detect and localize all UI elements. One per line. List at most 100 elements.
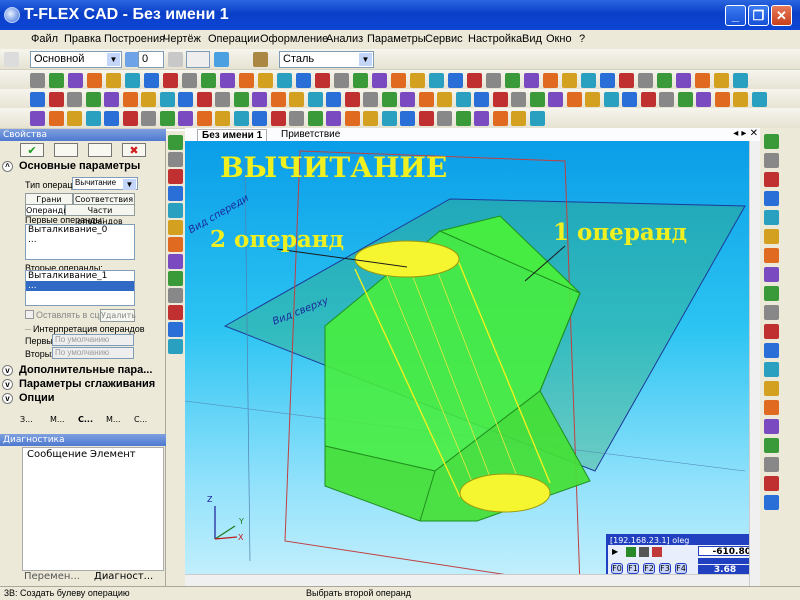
toolbar-button-icon[interactable] xyxy=(252,92,267,107)
vertical-toolbar-icon[interactable] xyxy=(764,305,779,320)
tool-icon[interactable] xyxy=(626,547,636,557)
style-select[interactable]: Основной ▼ xyxy=(30,51,122,68)
toolbar-button-icon[interactable] xyxy=(492,111,508,126)
toolbar-button-icon[interactable] xyxy=(548,92,563,107)
first-interp-select[interactable]: По умолчанию xyxy=(52,334,134,346)
vertical-toolbar-icon[interactable] xyxy=(764,438,779,453)
tab-3d[interactable]: З... xyxy=(20,415,33,424)
vertical-toolbar-icon[interactable] xyxy=(764,457,779,472)
toolbar-button-icon[interactable] xyxy=(182,73,197,88)
vertical-toolbar-icon[interactable] xyxy=(764,153,779,168)
toolbar-button-icon[interactable] xyxy=(106,73,121,88)
toolbar-button-icon[interactable] xyxy=(622,92,637,107)
vertical-toolbar-icon[interactable] xyxy=(764,362,779,377)
toolbar-button-icon[interactable] xyxy=(437,111,452,126)
toolbar-button-icon[interactable] xyxy=(529,92,545,107)
delete-button[interactable]: Удалить xyxy=(100,309,136,322)
menu-construction[interactable]: Построения xyxy=(104,33,165,45)
menu-parameters[interactable]: Параметры xyxy=(367,33,426,45)
toolbar-button-icon[interactable] xyxy=(657,73,672,88)
vertical-toolbar-icon[interactable] xyxy=(168,322,183,337)
toolbar-button-icon[interactable] xyxy=(30,73,45,88)
toolbar-button-icon[interactable] xyxy=(619,73,634,88)
toolbar-button-icon[interactable] xyxy=(474,92,489,107)
toolbar-button-icon[interactable] xyxy=(659,92,674,107)
tab-m1[interactable]: М... xyxy=(50,415,65,424)
toolbar-button-icon[interactable] xyxy=(467,73,482,88)
vertical-toolbar-icon[interactable] xyxy=(764,400,779,415)
toolbar-button-icon[interactable] xyxy=(381,92,397,107)
toolbar-button-icon[interactable] xyxy=(372,73,387,88)
toolbar-button-icon[interactable] xyxy=(529,111,545,126)
vertical-toolbar-icon[interactable] xyxy=(168,169,183,184)
toolbar-button-icon[interactable] xyxy=(344,92,360,107)
toolbar-button-icon[interactable] xyxy=(258,73,273,88)
list-item-selected[interactable]: ... xyxy=(26,281,134,291)
toolbar-button-icon[interactable] xyxy=(270,92,286,107)
f0-button[interactable]: F0 xyxy=(611,563,623,574)
vertical-toolbar-icon[interactable] xyxy=(764,172,779,187)
vertical-toolbar-icon[interactable] xyxy=(168,288,183,303)
vertical-toolbar-icon[interactable] xyxy=(168,254,183,269)
material-select[interactable]: Сталь ▼ xyxy=(279,51,374,68)
toolbar-button-icon[interactable] xyxy=(178,111,193,126)
toolbar-button-icon[interactable] xyxy=(600,73,615,88)
f2-button[interactable]: F2 xyxy=(643,563,655,574)
tab-close-icon[interactable]: ◂ ▸ ✕ xyxy=(733,128,758,139)
main-params-section[interactable]: ^ Основные параметры xyxy=(2,160,164,174)
toolbar-button-icon[interactable] xyxy=(455,92,471,107)
line-type-icon[interactable] xyxy=(168,52,183,67)
tab-variables[interactable]: Перемен... xyxy=(24,571,80,582)
toolbar-button-icon[interactable] xyxy=(585,92,600,107)
toolbar-button-icon[interactable] xyxy=(733,73,748,88)
toolbar-button-icon[interactable] xyxy=(104,92,119,107)
menu-edit[interactable]: Правка xyxy=(64,33,101,45)
toolbar-button-icon[interactable] xyxy=(543,73,558,88)
vertical-toolbar-icon[interactable] xyxy=(764,134,779,149)
vertical-toolbar-icon[interactable] xyxy=(168,203,183,218)
menu-drawing[interactable]: Чертёж xyxy=(163,33,201,45)
toolbar-button-icon[interactable] xyxy=(429,73,444,88)
vertical-toolbar-icon[interactable] xyxy=(168,152,183,167)
toolbar-button-icon[interactable] xyxy=(391,73,406,88)
toolbar-button-icon[interactable] xyxy=(67,111,82,126)
toolbar-button-icon[interactable] xyxy=(122,92,138,107)
menu-help[interactable]: ? xyxy=(579,33,585,45)
toolbar-button-icon[interactable] xyxy=(677,92,693,107)
toolbar-button-icon[interactable] xyxy=(144,73,159,88)
toolbar-button-icon[interactable] xyxy=(122,111,138,126)
second-operands-list[interactable]: Выталкивание_1 ... xyxy=(25,270,135,306)
toolbar-button-icon[interactable] xyxy=(638,73,653,88)
tool-icon[interactable] xyxy=(652,547,662,557)
3d-viewport[interactable]: ВЫЧИТАНИЕ 2 операнд 1 операнд Вид сверху… xyxy=(185,141,760,586)
toolbar-button-icon[interactable] xyxy=(215,92,230,107)
menu-settings[interactable]: Настройка xyxy=(468,33,522,45)
vertical-toolbar-icon[interactable] xyxy=(764,476,779,491)
toolbar-button-icon[interactable] xyxy=(215,111,230,126)
vertical-toolbar-icon[interactable] xyxy=(764,343,779,358)
toolbar-button-icon[interactable] xyxy=(381,111,397,126)
options-section[interactable]: v Опции xyxy=(2,392,164,406)
play-icon[interactable]: ▶ xyxy=(612,547,622,557)
vertical-toolbar-icon[interactable] xyxy=(764,267,779,282)
toolbar-button-icon[interactable] xyxy=(307,92,323,107)
toolbar-button-icon[interactable] xyxy=(277,73,292,88)
toolbar-button-icon[interactable] xyxy=(400,111,415,126)
horizontal-scrollbar[interactable] xyxy=(185,574,749,586)
menu-analysis[interactable]: Анализ xyxy=(326,33,363,45)
line-select[interactable] xyxy=(186,51,210,68)
toolbar-button-icon[interactable] xyxy=(289,111,304,126)
list-item[interactable]: Выталкивание_1 xyxy=(26,271,134,281)
menu-operations[interactable]: Операции xyxy=(208,33,259,45)
additional-params-section[interactable]: v Дополнительные пара... xyxy=(2,364,164,378)
list-item[interactable]: ... xyxy=(26,235,134,245)
toolbar-button-icon[interactable] xyxy=(233,92,249,107)
vertical-toolbar-icon[interactable] xyxy=(764,495,779,510)
toolbar-button-icon[interactable] xyxy=(733,92,748,107)
toolbar-button-icon[interactable] xyxy=(48,92,64,107)
tab-c1[interactable]: С... xyxy=(78,415,93,424)
maximize-button[interactable]: ❐ xyxy=(748,5,769,26)
color-icon[interactable] xyxy=(214,52,229,67)
list-item[interactable]: Выталкивание_0 xyxy=(26,225,134,235)
vertical-toolbar-icon[interactable] xyxy=(168,339,183,354)
